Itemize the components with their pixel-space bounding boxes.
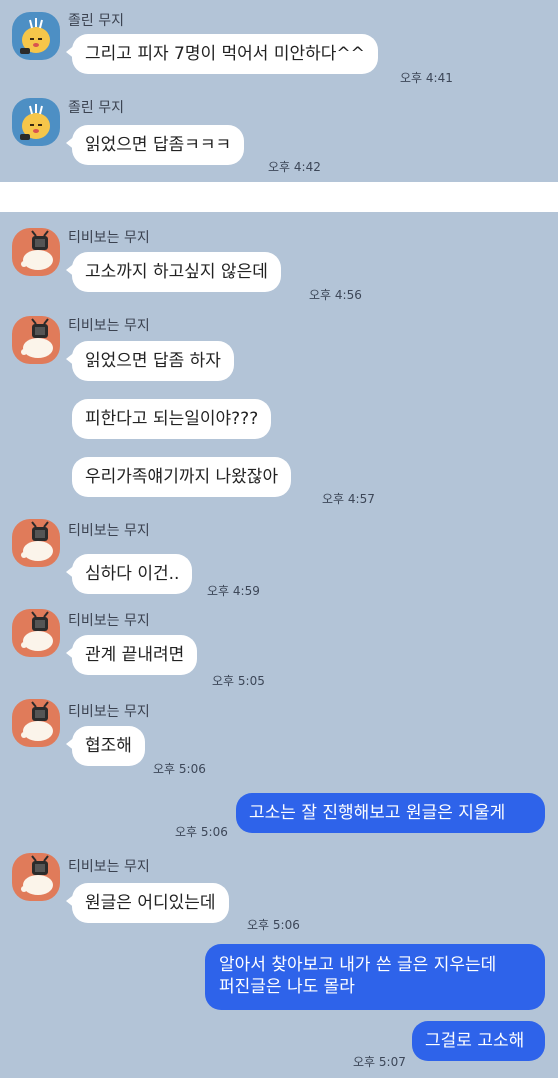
message-bubble[interactable]: 우리가족얘기까지 나왔잖아 — [72, 457, 292, 497]
sender-name: 티비보는 무지 — [68, 523, 150, 539]
muzi-tv-avatar-icon[interactable] — [12, 316, 60, 364]
message-bubble[interactable]: 원글은 어디있는데 — [66, 883, 229, 923]
sender-name: 티비보는 무지 — [68, 613, 150, 629]
chat-panel-top: 졸린 무지 그리고 피자 7명이 먹어서 미안하다^^ 오후 4:41 졸린 무… — [0, 0, 558, 182]
message-time: 오후 4:42 — [268, 160, 321, 174]
muzi-tv-avatar-icon[interactable] — [12, 699, 60, 747]
sender-name: 졸린 무지 — [68, 13, 124, 29]
message-bubble[interactable]: 심하다 이건.. — [65, 554, 193, 594]
message-time: 오후 5:07 — [353, 1055, 406, 1069]
message-time: 오후 4:57 — [322, 492, 375, 506]
my-message-bubble[interactable]: 고소는 잘 진행해보고 원글은 지울게 — [236, 793, 545, 833]
sender-name: 티비보는 무지 — [68, 704, 150, 720]
message-time: 오후 4:41 — [400, 71, 453, 85]
message-bubble[interactable]: 협조해 — [66, 726, 145, 766]
message-bubble[interactable]: 읽었으면 답좀 하자 — [66, 341, 234, 381]
message-time: 오후 5:05 — [212, 674, 265, 688]
message-time: 오후 4:56 — [309, 288, 362, 302]
message-bubble[interactable]: 고소까지 하고싶지 않은데 — [66, 252, 281, 292]
message-bubble[interactable]: 읽었으면 답좀ㅋㅋㅋ — [65, 125, 245, 165]
my-message-bubble[interactable]: 그걸로 고소해 — [412, 1021, 545, 1061]
muzi-tv-avatar-icon[interactable] — [12, 228, 60, 276]
message-time: 오후 5:06 — [153, 762, 206, 776]
sender-name: 티비보는 무지 — [68, 230, 150, 246]
muzi-tv-avatar-icon[interactable] — [12, 853, 60, 901]
my-message-line: 알아서 찾아보고 내가 쓴 글은 지우는데 — [219, 955, 497, 975]
my-message-bubble[interactable]: 알아서 찾아보고 내가 쓴 글은 지우는데 퍼진글은 나도 몰라 — [205, 944, 545, 1010]
message-time: 오후 5:06 — [247, 918, 300, 932]
screenshot-divider — [0, 182, 558, 212]
sender-name: 졸린 무지 — [68, 100, 124, 116]
message-time: 오후 5:06 — [175, 825, 228, 839]
muzi-sleepy-avatar-icon[interactable] — [12, 98, 60, 146]
muzi-tv-avatar-icon[interactable] — [12, 609, 60, 657]
message-bubble[interactable]: 피한다고 되는일이야??? — [72, 399, 272, 439]
sender-name: 티비보는 무지 — [68, 318, 150, 334]
muzi-tv-avatar-icon[interactable] — [12, 519, 60, 567]
message-bubble[interactable]: 관계 끝내려면 — [65, 635, 198, 675]
sender-name: 티비보는 무지 — [68, 859, 150, 875]
my-message-line: 퍼진글은 나도 몰라 — [219, 977, 355, 997]
message-time: 오후 4:59 — [207, 584, 260, 598]
muzi-sleepy-avatar-icon[interactable] — [12, 12, 60, 60]
message-bubble[interactable]: 그리고 피자 7명이 먹어서 미안하다^^ — [66, 34, 378, 74]
